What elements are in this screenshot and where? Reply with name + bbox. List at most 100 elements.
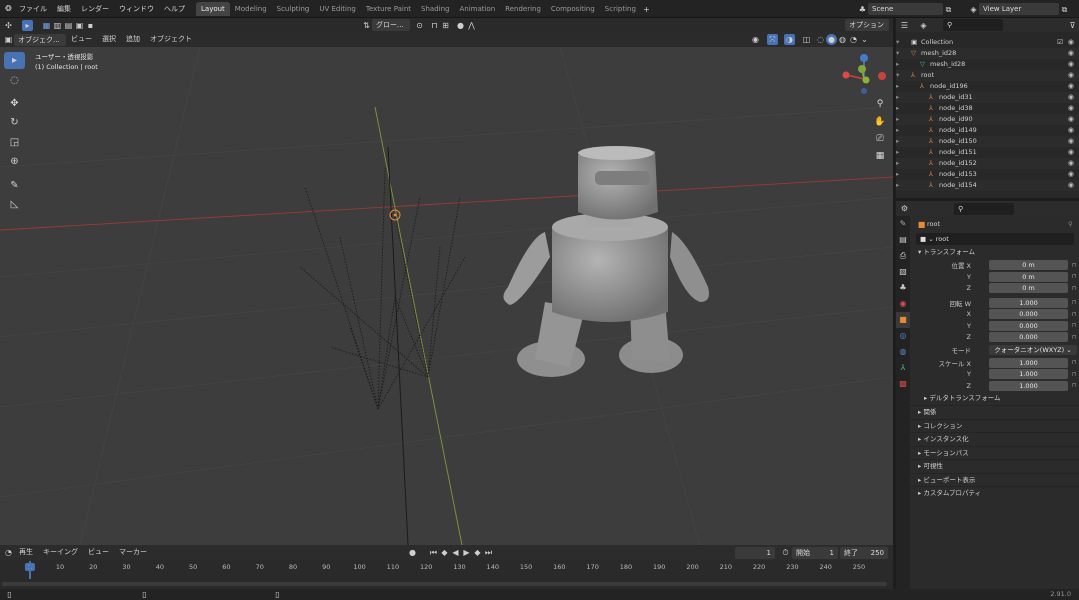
delta-transform-header[interactable]: ▸ デルタトランスフォーム [910,392,1079,406]
eye-icon[interactable]: ◉ [1068,92,1074,103]
render-tab-icon[interactable]: ▤ [896,232,910,248]
move-tool-button[interactable]: ✥ [4,95,25,112]
shading-material-icon[interactable]: ◍ [837,34,848,45]
view-layer-field[interactable]: View Layer [979,3,1059,15]
lock-icon[interactable]: ⊓ [1072,371,1077,378]
eye-icon[interactable]: ◉ [1068,48,1074,59]
lock-icon[interactable]: ⊓ [1072,334,1077,341]
tab-modeling[interactable]: Modeling [230,2,272,16]
location-z-field[interactable]: 0 m [989,283,1068,294]
menu-item-4[interactable]: ヘルプ [159,0,190,18]
armature-data-tab-icon[interactable]: ⅄ [896,360,910,376]
scale-tool-button[interactable]: ◲ [4,134,25,151]
editor-type-icon[interactable]: ✣ [3,20,14,31]
outliner-row[interactable]: ▸ ⅄ node_id150 ◉ [896,136,1079,147]
display-mode-icon[interactable]: ◈ [918,20,929,31]
cursor-tool-button[interactable]: ◌ [4,72,25,89]
timeline-scrollbar[interactable] [2,582,887,586]
outliner-row[interactable]: ▸ ⅄ node_id38 ◉ [896,103,1079,114]
rotate-tool-button[interactable]: ↻ [4,114,25,131]
menu-item-3[interactable]: ウィンドウ [114,0,159,18]
rotation-mode-dropdown[interactable]: クォータニオン(WXYZ) ⌄ [989,345,1077,355]
mode-dropdown[interactable]: オブジェク... [14,33,66,46]
overlay-icon[interactable]: ◑ [784,34,795,45]
eye-icon[interactable]: ◉ [1068,70,1074,81]
panel-header-2[interactable]: ▸ インスタンス化 [910,432,1079,446]
location-y-field[interactable]: 0 m [989,271,1068,282]
gizmo-y-axis[interactable] [858,65,866,73]
object-name-field[interactable]: ■ ⌄ root [916,233,1074,245]
pin-icon[interactable]: ⚲ [1068,220,1073,228]
outliner-search-input[interactable]: ⚲ [943,19,1003,31]
outliner-row[interactable]: ▸ ⅄ node_id154 ◉ [896,180,1079,191]
outliner-row[interactable]: ▸ ⅄ node_id153 ◉ [896,169,1079,180]
panel-header-1[interactable]: ▸ コレクション [910,418,1079,433]
menu-item-1[interactable]: 編集 [52,0,76,18]
eye-icon[interactable]: ◉ [1068,81,1074,92]
select-mode-new-icon[interactable]: ▦ [41,20,52,31]
eye-icon[interactable]: ◉ [1068,125,1074,136]
outliner-row[interactable]: ▸ ⅄ node_id196 ◉ [896,81,1079,92]
modifier-tab-icon[interactable]: ◎ [896,328,910,344]
lock-icon[interactable]: ⊓ [1072,262,1077,269]
outliner-row[interactable]: ▸ ⅄ node_id151 ◉ [896,147,1079,158]
scene-field[interactable]: Scene [868,3,943,15]
new-view-layer-icon[interactable]: ⧉ [1059,4,1070,15]
orientation-dropdown[interactable]: グロー... [372,19,410,31]
outliner-row[interactable]: ▾ ⅄ root ◉ [896,70,1079,81]
lock-icon[interactable]: ⊓ [1072,273,1077,280]
playhead[interactable] [29,561,31,579]
location-x-field[interactable]: 0 m [989,260,1068,271]
tool-tab-icon[interactable]: ✎ [896,216,910,232]
select-mode-extend-icon[interactable]: ▥ [52,20,63,31]
eye-icon[interactable]: ◉ [1068,59,1074,70]
zoom-icon[interactable]: ⚲ [872,99,888,113]
scale-y-field[interactable]: 1.000 [989,369,1068,380]
select-mode-invert-icon[interactable]: ▣ [74,20,85,31]
tab-sculpting[interactable]: Sculpting [272,2,315,16]
lock-icon[interactable]: ⊓ [1072,299,1077,306]
eye-icon[interactable]: ◉ [1068,136,1074,147]
orientation-icon[interactable]: ⇅ [361,20,372,31]
properties-editor-icon[interactable]: ⚙ [899,203,910,214]
scene-selector[interactable]: ♣ Scene ⧉ [857,3,954,15]
measure-tool-button[interactable]: ◺ [4,196,25,213]
viewport-menu-1[interactable]: 選択 [97,32,121,47]
transform-panel-header[interactable]: ▾ トランスフォーム [910,246,1079,260]
transform-tool-button[interactable]: ⊕ [4,153,25,170]
navigation-gizmo[interactable] [842,54,887,94]
viewport-editor-icon[interactable]: ▣ [3,34,14,45]
panel-header-4[interactable]: ▸ 可視性 [910,459,1079,473]
object-tab-icon[interactable]: ■ [896,312,910,328]
physics-tab-icon[interactable]: ◍ [896,344,910,360]
new-scene-icon[interactable]: ⧉ [943,4,954,15]
blender-logo-icon[interactable]: ❂ [3,3,14,14]
eye-icon[interactable]: ◉ [1068,37,1074,48]
tab-texture-paint[interactable]: Texture Paint [361,2,416,16]
panel-header-5[interactable]: ▸ ビューポート表示 [910,472,1079,487]
view-layer-selector[interactable]: ◈ View Layer ⧉ [968,3,1070,15]
lock-icon[interactable]: ⊓ [1072,359,1077,366]
lock-icon[interactable]: ⊓ [1072,311,1077,318]
output-tab-icon[interactable]: ⎙ [896,248,910,264]
lock-icon[interactable]: ⊓ [1072,382,1077,389]
scale-z-field[interactable]: 1.000 [989,380,1068,391]
lock-icon[interactable]: ⊓ [1072,285,1077,292]
gizmo-icon[interactable]: ⤧ [767,34,778,45]
pivot-icon[interactable]: ⊙ [414,20,425,31]
outliner-row[interactable]: ▸ ▽ mesh_id28 ◉ [896,59,1079,70]
eye-icon[interactable]: ◉ [1068,114,1074,125]
annotate-tool-button[interactable]: ✎ [4,177,25,194]
rotation-y-field[interactable]: 0.000 [989,320,1068,331]
select-mode-subtract-icon[interactable]: ▤ [63,20,74,31]
viewport-menu-2[interactable]: 追加 [121,32,145,47]
outliner-row[interactable]: ▸ ⅄ node_id149 ◉ [896,125,1079,136]
add-workspace-button[interactable]: + [641,4,652,15]
options-dropdown[interactable]: オプション [845,19,889,31]
snap-increment-icon[interactable]: ⊞ [440,20,451,31]
gizmo-x-axis[interactable] [878,72,886,80]
panel-header-3[interactable]: ▸ モーションパス [910,445,1079,460]
ortho-grid-icon[interactable]: ▦ [872,151,888,165]
outliner-row[interactable]: ▸ ⅄ node_id90 ◉ [896,114,1079,125]
tab-compositing[interactable]: Compositing [546,2,600,16]
